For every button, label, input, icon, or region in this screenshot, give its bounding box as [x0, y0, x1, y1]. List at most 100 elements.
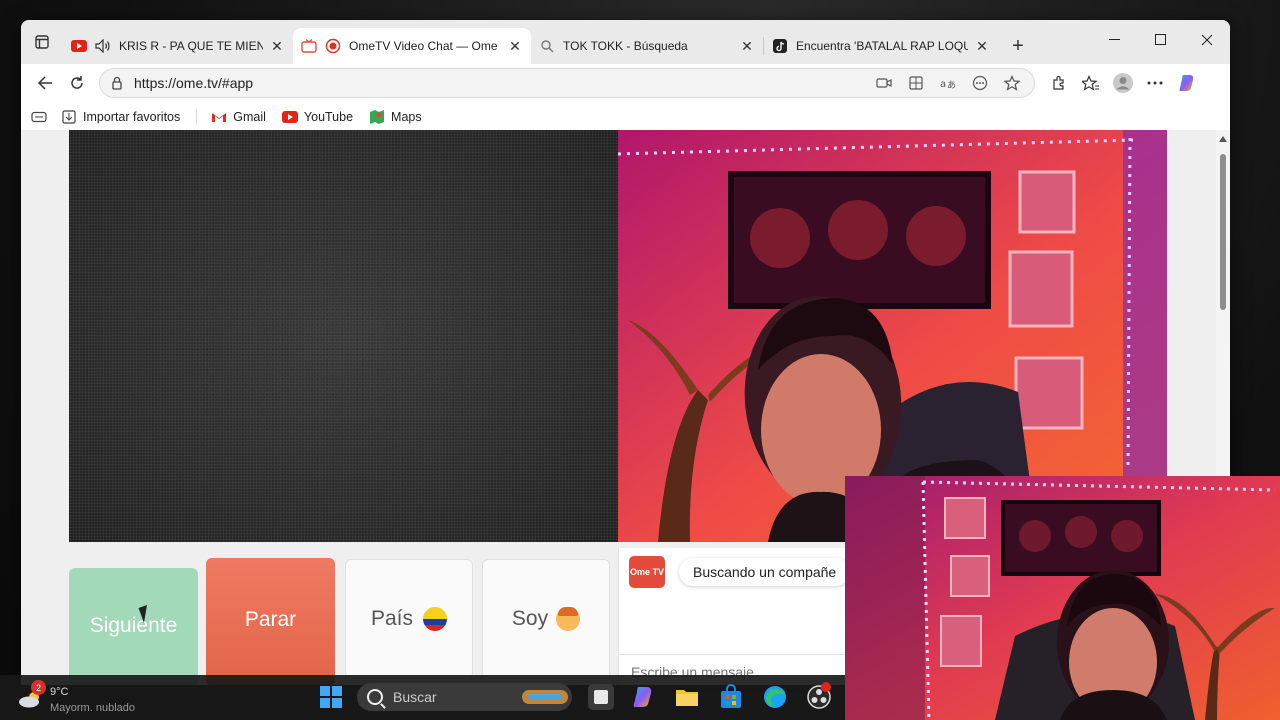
favorite-maps[interactable]: Maps: [369, 109, 422, 125]
favorite-import[interactable]: Importar favoritos: [61, 109, 180, 125]
tab-search[interactable]: TOK TOKK - Búsqueda ✕: [531, 28, 763, 64]
windows-logo-icon: [320, 686, 342, 708]
taskbar-search[interactable]: Buscar: [357, 683, 572, 711]
close-tab-icon[interactable]: ✕: [974, 38, 990, 54]
profile-button[interactable]: [1107, 67, 1139, 99]
country-label: País: [370, 607, 414, 630]
favorite-label: Maps: [391, 109, 422, 124]
tab-ometv[interactable]: OmeTV Video Chat — Ome ✕: [293, 28, 531, 64]
favorite-gmail[interactable]: Gmail: [211, 109, 266, 125]
search-placeholder: Buscar: [393, 689, 437, 705]
url-text[interactable]: https://ome.tv/#app: [134, 75, 868, 91]
close-tab-icon[interactable]: ✕: [269, 38, 285, 54]
favorite-star-icon[interactable]: [996, 70, 1028, 96]
temperature: 9°C: [50, 686, 69, 698]
back-arrow-icon: [37, 76, 52, 90]
translate-icon[interactable]: aあ: [932, 70, 964, 96]
more-options-icon: [1147, 81, 1163, 85]
favorite-youtube[interactable]: YouTube: [281, 109, 354, 125]
youtube-icon: [71, 38, 87, 54]
back-button[interactable]: [29, 67, 61, 99]
favorites-list-icon: [1082, 75, 1099, 91]
favorites-bar: Importar favoritos Gmail YouTube Maps: [21, 102, 1230, 132]
search-icon: [367, 689, 383, 705]
copilot-taskbar-icon[interactable]: [630, 684, 656, 710]
chat-status-message: Buscando un compañe: [679, 558, 851, 586]
colombia-flag-icon: [423, 607, 448, 631]
recording-indicator: [821, 682, 831, 692]
close-tab-icon[interactable]: ✕: [739, 38, 755, 54]
tab-actions-button[interactable]: [21, 20, 63, 64]
gmail-icon: [211, 109, 227, 125]
navigation-toolbar: https://ome.tv/#app aあ: [21, 64, 1230, 102]
extensions-button[interactable]: [1043, 67, 1075, 99]
app-available-icon[interactable]: [900, 70, 932, 96]
weather-condition: Mayorm. nublado: [50, 702, 135, 714]
favorites-divider: [196, 108, 198, 125]
start-button[interactable]: [318, 684, 344, 710]
refresh-icon: [71, 76, 83, 89]
country-selector[interactable]: País: [345, 559, 473, 679]
chat-panel: Ome TV Buscando un compañe: [618, 548, 859, 685]
next-button[interactable]: Siguiente: [69, 568, 198, 685]
boy-face-icon: [556, 607, 581, 631]
favorite-label: Importar favoritos: [83, 109, 181, 124]
tab-title: Encuentra 'BATALAL RAP LOQUI: [796, 39, 968, 53]
edge-browser-icon[interactable]: [762, 684, 788, 710]
file-explorer-icon[interactable]: [674, 684, 700, 710]
search-highlight-icon: [522, 690, 568, 704]
gender-label: Soy: [511, 607, 549, 630]
tab-title: OmeTV Video Chat — Ome: [349, 39, 498, 53]
streamer-webcam-overlay: [845, 476, 1280, 720]
video-static: [69, 130, 618, 542]
maximize-button[interactable]: [1138, 20, 1184, 60]
refresh-button[interactable]: [61, 67, 93, 99]
tab-youtube[interactable]: KRIS R - PA QUE TE MIENTO ✕: [63, 28, 293, 64]
copilot-icon: [1179, 75, 1194, 91]
avatar-icon: [1113, 73, 1133, 93]
stop-button[interactable]: Parar: [206, 558, 335, 685]
favorites-button[interactable]: [1075, 67, 1107, 99]
scroll-up-arrow-icon[interactable]: [1219, 136, 1227, 142]
ometv-logo: Ome TV: [629, 556, 665, 588]
tab-strip: KRIS R - PA QUE TE MIENTO ✕ OmeTV Video …: [21, 20, 1230, 64]
tab-title: TOK TOKK - Búsqueda: [563, 39, 688, 53]
obs-icon[interactable]: [806, 682, 832, 710]
address-bar[interactable]: https://ome.tv/#app aあ: [99, 68, 1035, 98]
import-icon: [61, 109, 77, 125]
copilot-button[interactable]: [1171, 67, 1203, 99]
site-info-icon[interactable]: [110, 76, 124, 90]
camera-icon[interactable]: [868, 70, 900, 96]
maps-icon: [369, 109, 385, 125]
microsoft-store-icon[interactable]: [718, 684, 744, 710]
minimize-button[interactable]: [1092, 20, 1138, 60]
partner-video: [69, 130, 618, 542]
window-controls: [1092, 20, 1230, 60]
settings-menu-button[interactable]: [1139, 67, 1171, 99]
reading-view-button[interactable]: [31, 111, 47, 123]
tab-tiktok[interactable]: Encuentra 'BATALAL RAP LOQUI ✕: [764, 28, 998, 64]
extensions-icon: [1053, 75, 1064, 90]
new-tab-button[interactable]: +: [1004, 32, 1032, 60]
speaker-icon[interactable]: [95, 38, 111, 54]
tab-title: KRIS R - PA QUE TE MIENTO: [119, 39, 263, 53]
scroll-thumb[interactable]: [1220, 154, 1226, 310]
favorite-label: Gmail: [233, 109, 266, 124]
tiktok-icon: [772, 38, 788, 54]
ometv-icon: [301, 38, 317, 54]
reading-list-icon: [31, 111, 47, 122]
close-tab-icon[interactable]: ✕: [507, 38, 523, 54]
task-view-icon[interactable]: [588, 684, 614, 710]
recording-icon: [325, 38, 341, 54]
webcam-scene: [845, 476, 1280, 720]
favorite-label: YouTube: [303, 109, 354, 124]
youtube-icon: [281, 109, 298, 125]
search-icon: [539, 38, 555, 54]
tab-actions-icon: [35, 35, 49, 49]
more-tools-icon[interactable]: [964, 70, 996, 96]
weather-badge: 2: [31, 680, 46, 695]
svg-text:あ: あ: [947, 80, 956, 90]
gender-selector[interactable]: Soy: [482, 559, 610, 679]
close-window-button[interactable]: [1184, 20, 1230, 60]
svg-text:a: a: [940, 79, 946, 90]
